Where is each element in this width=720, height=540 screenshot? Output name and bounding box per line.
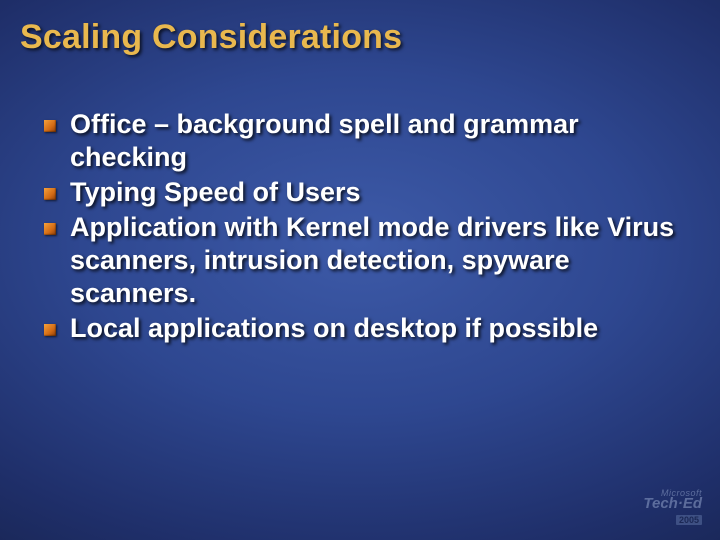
brand-year-badge: 2005 bbox=[676, 515, 702, 525]
list-item: Local applications on desktop if possibl… bbox=[44, 312, 690, 345]
bullet-text: Local applications on desktop if possibl… bbox=[70, 312, 598, 345]
footer-branding: Microsoft Tech·Ed 2005 bbox=[643, 488, 702, 529]
list-item: Application with Kernel mode drivers lik… bbox=[44, 211, 690, 310]
brand-main-text: Tech·Ed bbox=[643, 497, 702, 511]
list-item: Office – background spell and grammar ch… bbox=[44, 108, 690, 174]
bullet-text: Application with Kernel mode drivers lik… bbox=[70, 211, 690, 310]
bullet-list: Office – background spell and grammar ch… bbox=[44, 108, 690, 347]
bullet-icon bbox=[44, 120, 56, 132]
slide: Scaling Considerations Office – backgrou… bbox=[0, 0, 720, 540]
list-item: Typing Speed of Users bbox=[44, 176, 690, 209]
slide-title: Scaling Considerations bbox=[20, 18, 402, 57]
bullet-text: Typing Speed of Users bbox=[70, 176, 361, 209]
bullet-icon bbox=[44, 188, 56, 200]
bullet-icon bbox=[44, 324, 56, 336]
bullet-text: Office – background spell and grammar ch… bbox=[70, 108, 690, 174]
bullet-icon bbox=[44, 223, 56, 235]
